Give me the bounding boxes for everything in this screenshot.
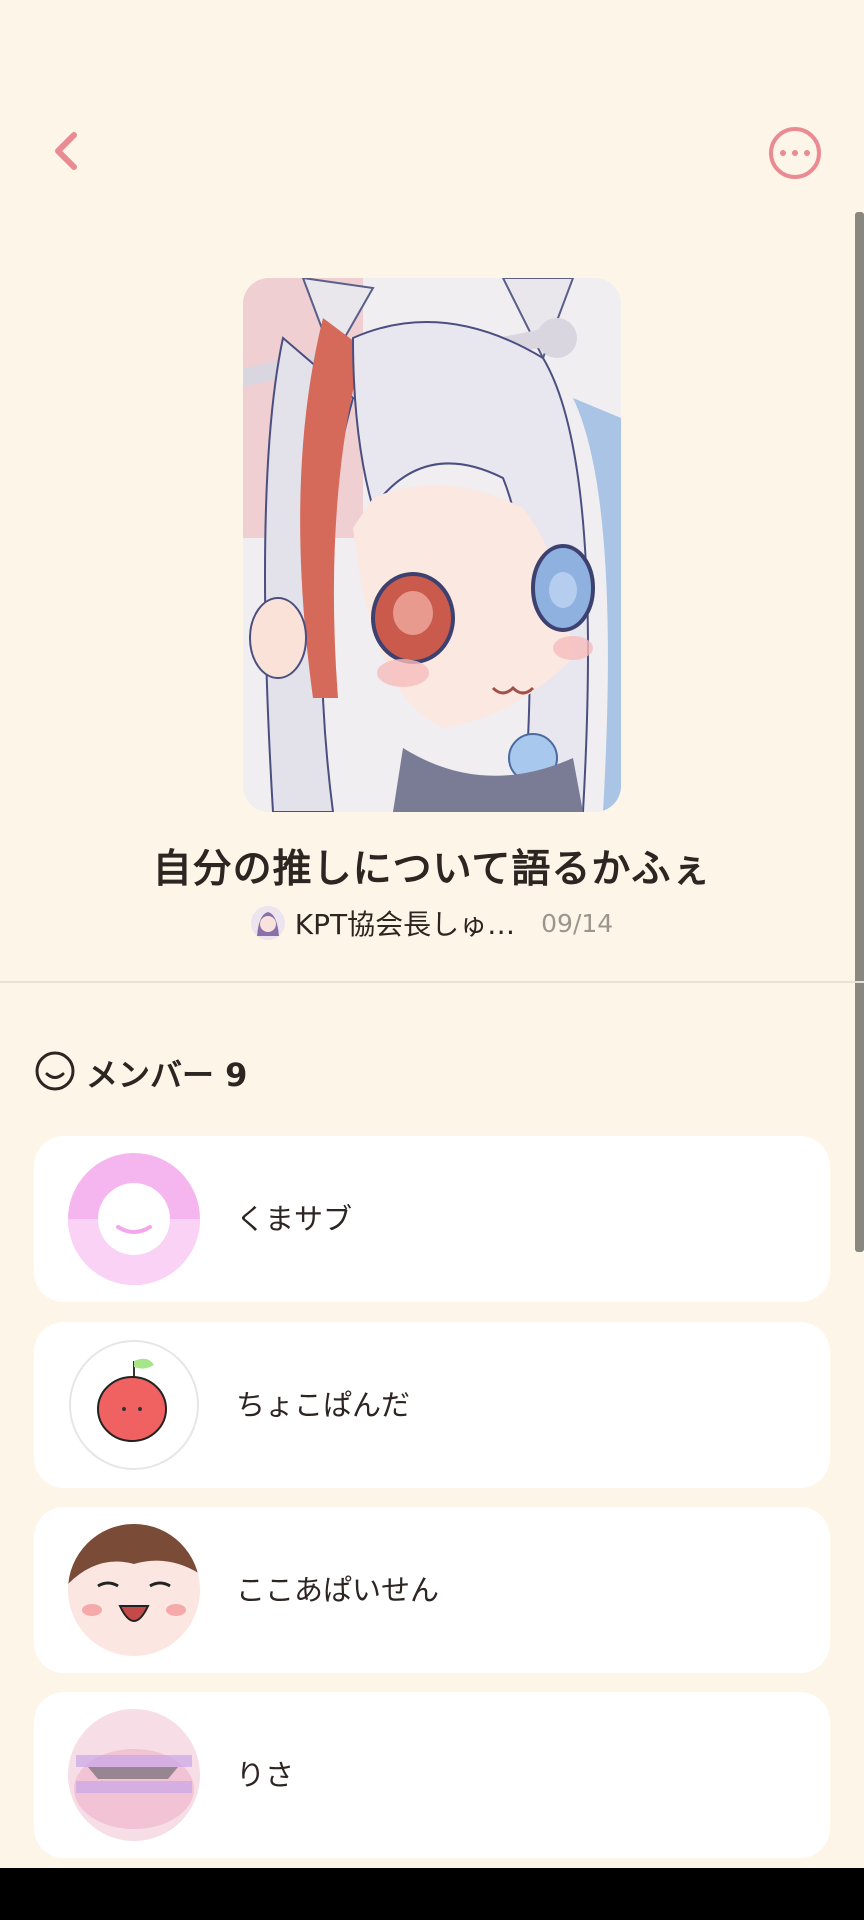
- members-header: メンバー 9: [34, 1050, 247, 1096]
- member-name: ちょこぱんだ: [236, 1388, 411, 1422]
- member-card[interactable]: ちょこぱんだ: [34, 1322, 830, 1488]
- system-navigation-bar: [0, 1868, 864, 1920]
- member-avatar: [68, 1339, 200, 1471]
- members-title: メンバー 9: [86, 1056, 248, 1094]
- room-cover-image: [243, 278, 621, 812]
- member-name: ここあぱいせん: [236, 1573, 440, 1607]
- member-name: くまサブ: [236, 1202, 353, 1236]
- member-avatar: [68, 1709, 200, 1841]
- member-card[interactable]: くまサブ: [34, 1136, 830, 1302]
- chevron-left-icon: [52, 129, 80, 177]
- divider: [0, 981, 864, 983]
- smile-icon: [34, 1050, 76, 1096]
- host-name[interactable]: KPT協会長しゅ…: [295, 903, 515, 943]
- member-avatar: [68, 1153, 200, 1285]
- host-avatar[interactable]: [250, 906, 285, 940]
- room-title: 自分の推しについて語るかふぇ: [152, 847, 712, 892]
- host-info[interactable]: KPT協会長しゅ… 09/14: [0, 903, 864, 943]
- room-date: 09/14: [541, 908, 614, 938]
- member-card[interactable]: ここあぱいせん: [34, 1507, 830, 1673]
- member-avatar: [68, 1524, 200, 1656]
- more-options-button[interactable]: [769, 127, 821, 179]
- member-name: りさ: [236, 1758, 295, 1792]
- back-button[interactable]: [36, 118, 96, 188]
- member-card[interactable]: りさ: [34, 1692, 830, 1858]
- scrollbar[interactable]: [855, 212, 864, 1252]
- more-horizontal-icon: [780, 150, 786, 156]
